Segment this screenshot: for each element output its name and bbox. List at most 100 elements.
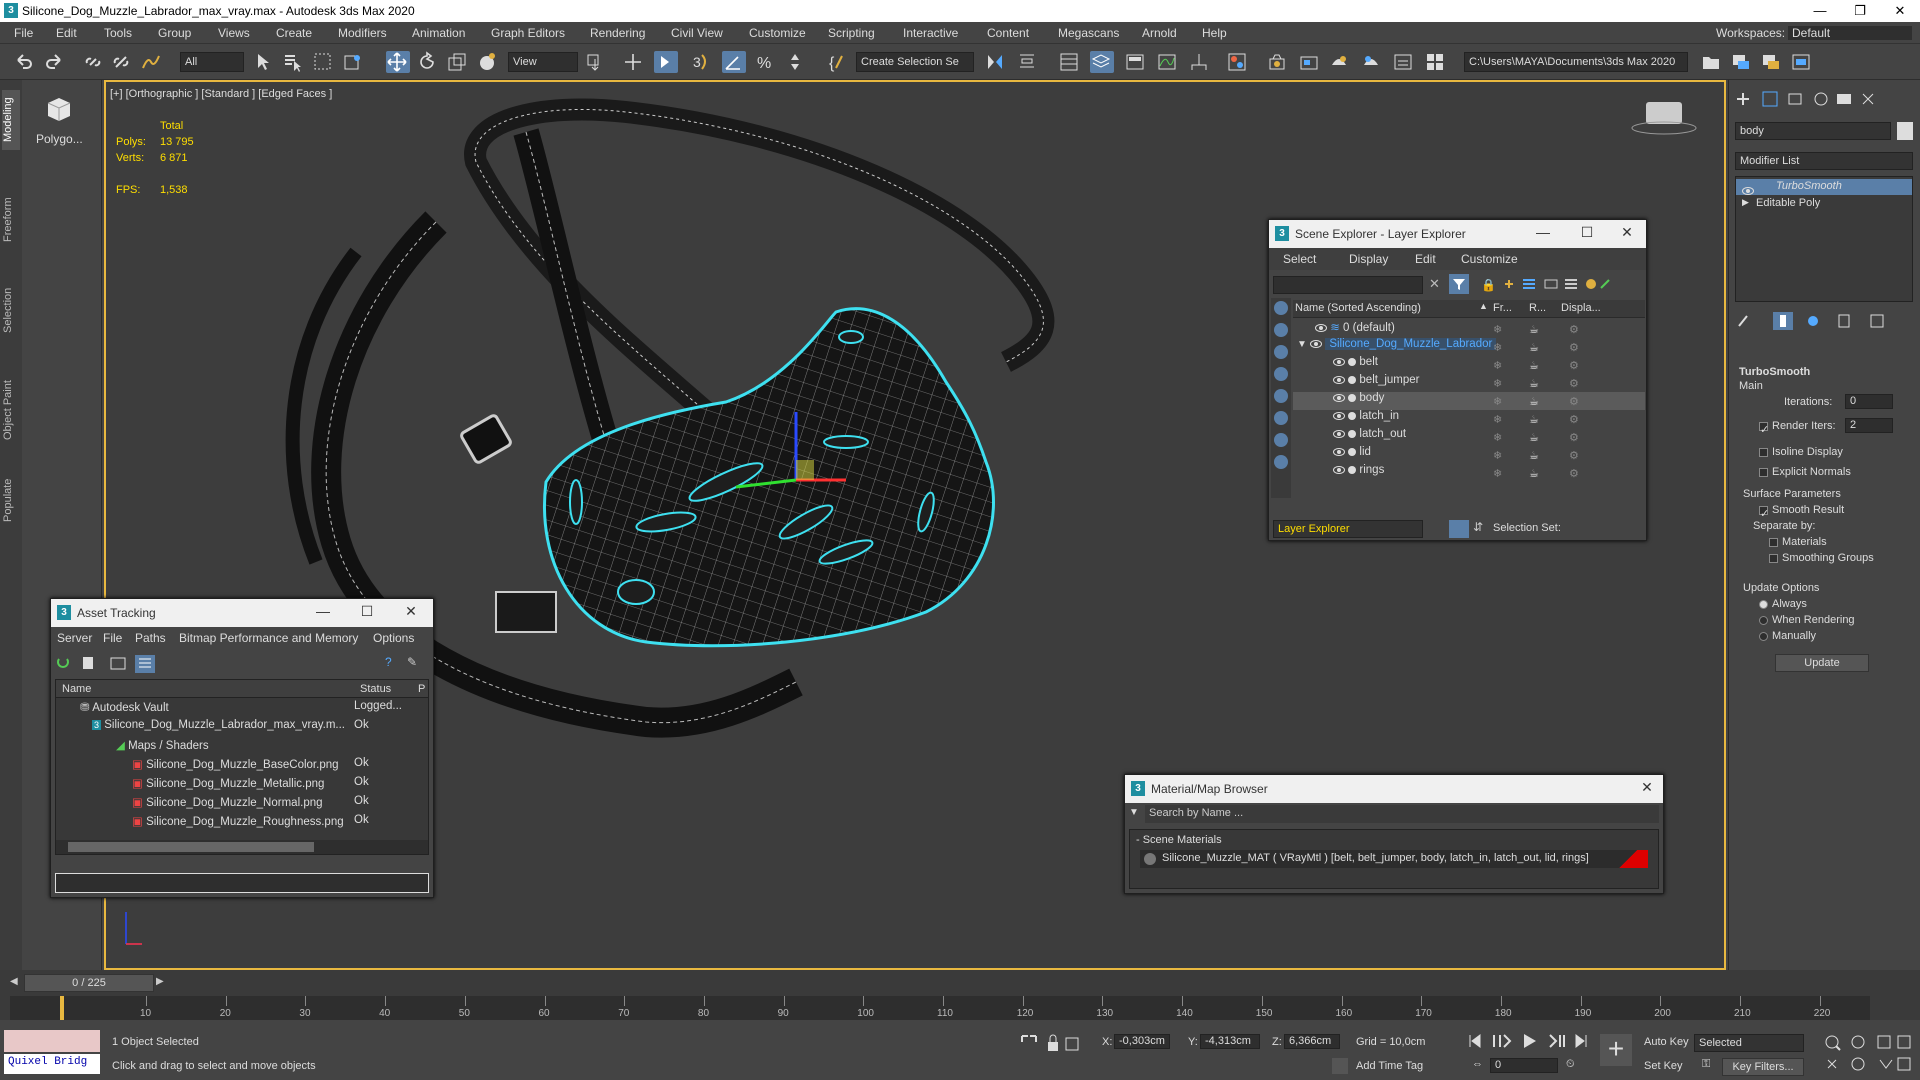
render-production-icon[interactable] bbox=[1328, 51, 1352, 73]
quixel-bridge-field[interactable]: Quixel Bridg bbox=[4, 1054, 100, 1074]
scene-states-icon[interactable] bbox=[1730, 51, 1754, 73]
menu-edit[interactable]: Edit bbox=[56, 26, 77, 40]
ribbon-polygon-label[interactable]: Polygo... bbox=[36, 132, 83, 146]
layer-explorer-dropdown[interactable]: Layer Explorer bbox=[1273, 520, 1423, 538]
select-manipulate-icon[interactable] bbox=[622, 51, 646, 73]
scale-icon[interactable] bbox=[446, 51, 470, 73]
always-radio[interactable] bbox=[1759, 599, 1768, 609]
y-coordinate[interactable]: -4,313cm bbox=[1200, 1034, 1260, 1049]
stack-item-editable-poly[interactable]: Editable Poly bbox=[1756, 197, 1820, 209]
menu-modifiers[interactable]: Modifiers bbox=[338, 26, 387, 40]
visibility-eye-icon[interactable] bbox=[1315, 323, 1327, 332]
at-row[interactable]: ⛃ Autodesk Vault Logged... bbox=[80, 700, 420, 718]
at-toolbar[interactable] bbox=[55, 653, 165, 673]
at-row[interactable]: ▣ Silicone_Dog_Muzzle_Metallic.png Ok bbox=[132, 776, 432, 794]
rect-selection-icon[interactable] bbox=[312, 51, 336, 73]
menu-create[interactable]: Create bbox=[276, 26, 312, 40]
at-row[interactable]: ▣ Silicone_Dog_Muzzle_BaseColor.png Ok bbox=[132, 757, 432, 775]
visibility-eye-icon[interactable] bbox=[1333, 375, 1345, 384]
scene-materials-group[interactable]: - Scene Materials bbox=[1136, 834, 1222, 846]
toggle-scene-explorer-icon[interactable] bbox=[1058, 51, 1082, 73]
next-frame-icon[interactable]: ▶ bbox=[156, 976, 168, 987]
visibility-eye-icon[interactable] bbox=[1333, 393, 1345, 402]
menu-animation[interactable]: Animation bbox=[412, 26, 465, 40]
toggle-layer-explorer-icon[interactable] bbox=[1090, 51, 1114, 73]
se-col-render[interactable]: R... bbox=[1529, 302, 1546, 314]
menu-group[interactable]: Group bbox=[158, 26, 191, 40]
se-col-name[interactable]: Name (Sorted Ascending) bbox=[1295, 302, 1421, 314]
rendered-frame-window-icon[interactable] bbox=[1298, 51, 1322, 73]
menu-customize[interactable]: Customize bbox=[749, 26, 806, 40]
close-icon[interactable]: ✕ bbox=[1635, 779, 1659, 796]
modifier-list-dropdown[interactable]: Modifier List bbox=[1735, 152, 1913, 170]
object-name-input[interactable]: body bbox=[1735, 122, 1891, 140]
smoothing-groups-row[interactable]: Smoothing Groups bbox=[1769, 552, 1874, 564]
se-side-icons[interactable] bbox=[1271, 298, 1291, 498]
se-menu-select[interactable]: Select bbox=[1283, 252, 1316, 266]
visibility-eye-icon[interactable] bbox=[1333, 447, 1345, 456]
se-col-freeze[interactable]: Fr... bbox=[1493, 302, 1512, 314]
maximize-icon[interactable]: ☐ bbox=[355, 603, 379, 620]
viewport-navigation-controls[interactable] bbox=[1822, 1032, 1916, 1076]
isoline-checkbox[interactable] bbox=[1759, 447, 1768, 457]
mirror-icon[interactable] bbox=[984, 51, 1008, 73]
se-menu-customize[interactable]: Customize bbox=[1461, 252, 1518, 266]
explicit-normals-checkbox[interactable] bbox=[1759, 467, 1768, 477]
menu-graph-editors[interactable]: Graph Editors bbox=[491, 26, 565, 40]
tab-selection[interactable]: Selection bbox=[2, 280, 20, 340]
render-cloud-icon[interactable] bbox=[1392, 51, 1416, 73]
create-selection-set-dropdown[interactable]: Create Selection Se bbox=[856, 52, 974, 72]
close-icon[interactable]: ✕ bbox=[1615, 224, 1639, 241]
menu-interactive[interactable]: Interactive bbox=[903, 26, 958, 40]
menu-file[interactable]: File bbox=[14, 26, 33, 40]
material-item[interactable]: Silicone_Muzzle_MAT ( VRayMtl ) [belt, b… bbox=[1140, 850, 1648, 868]
select-object-icon[interactable] bbox=[252, 51, 276, 73]
percent-snap-icon[interactable]: % bbox=[754, 51, 778, 73]
at-col-p[interactable]: P bbox=[418, 683, 425, 695]
manually-radio[interactable] bbox=[1759, 631, 1768, 641]
material-editor-icon[interactable] bbox=[1226, 51, 1250, 73]
close-icon[interactable]: ✕ bbox=[399, 603, 423, 620]
when-rendering-radio[interactable] bbox=[1759, 615, 1768, 625]
polygon-modeling-icon[interactable] bbox=[44, 94, 74, 124]
window-crossing-icon[interactable] bbox=[342, 51, 366, 73]
link-icon[interactable] bbox=[82, 51, 106, 73]
se-menu-edit[interactable]: Edit bbox=[1415, 252, 1436, 266]
set-key-button[interactable]: Set Key bbox=[1644, 1060, 1683, 1072]
stack-item-turbosmooth[interactable]: TurboSmooth bbox=[1736, 179, 1912, 195]
material-browser-titlebar[interactable]: 3 Material/Map Browser ✕ bbox=[1125, 775, 1663, 803]
tab-modeling[interactable]: Modeling bbox=[2, 90, 20, 150]
close-button[interactable]: ✕ bbox=[1880, 0, 1920, 22]
angle-snap-icon[interactable] bbox=[722, 51, 746, 73]
at-row[interactable]: 3 Silicone_Dog_Muzzle_Labrador_max_vray.… bbox=[92, 719, 432, 737]
add-time-tag[interactable]: Add Time Tag bbox=[1356, 1060, 1423, 1072]
placement-icon[interactable] bbox=[476, 51, 500, 73]
visibility-eye-icon[interactable] bbox=[1333, 429, 1345, 438]
at-menu-paths[interactable]: Paths bbox=[135, 631, 166, 645]
expand-arrow-icon[interactable]: ▼ bbox=[1297, 339, 1307, 350]
time-config-icon[interactable]: ⏲ bbox=[1566, 1058, 1575, 1071]
manually-row[interactable]: Manually bbox=[1759, 630, 1816, 642]
material-search-input[interactable]: Search by Name ... bbox=[1145, 805, 1659, 823]
se-search-input[interactable] bbox=[1273, 276, 1423, 294]
undo-icon[interactable] bbox=[12, 51, 36, 73]
maximize-icon[interactable]: ☐ bbox=[1575, 224, 1599, 241]
tab-object-paint[interactable]: Object Paint bbox=[2, 370, 20, 450]
visibility-eye-icon[interactable] bbox=[1333, 465, 1345, 474]
se-toolbar-icons[interactable] bbox=[1501, 276, 1613, 292]
pivot-center-icon[interactable] bbox=[584, 51, 608, 73]
layers-icon[interactable] bbox=[1449, 520, 1469, 538]
visibility-eye-icon[interactable] bbox=[1333, 411, 1345, 420]
smoothing-groups-checkbox[interactable] bbox=[1769, 553, 1778, 563]
edit-named-selection-icon[interactable]: { bbox=[826, 51, 850, 73]
expand-arrow-icon[interactable]: ▶ bbox=[1742, 197, 1749, 208]
stack-controls[interactable] bbox=[1735, 312, 1913, 330]
menu-civil-view[interactable]: Civil View bbox=[671, 26, 723, 40]
key-mode-icon[interactable]: ⇔ bbox=[1472, 1058, 1483, 1070]
schematic-view-icon[interactable] bbox=[1188, 51, 1212, 73]
pin-icon[interactable]: ✎ bbox=[407, 655, 417, 669]
smooth-result-row[interactable]: ✓ Smooth Result bbox=[1759, 504, 1844, 520]
se-menu-display[interactable]: Display bbox=[1349, 252, 1388, 266]
when-rendering-row[interactable]: When Rendering bbox=[1759, 614, 1855, 626]
minimize-icon[interactable]: — bbox=[311, 603, 335, 619]
